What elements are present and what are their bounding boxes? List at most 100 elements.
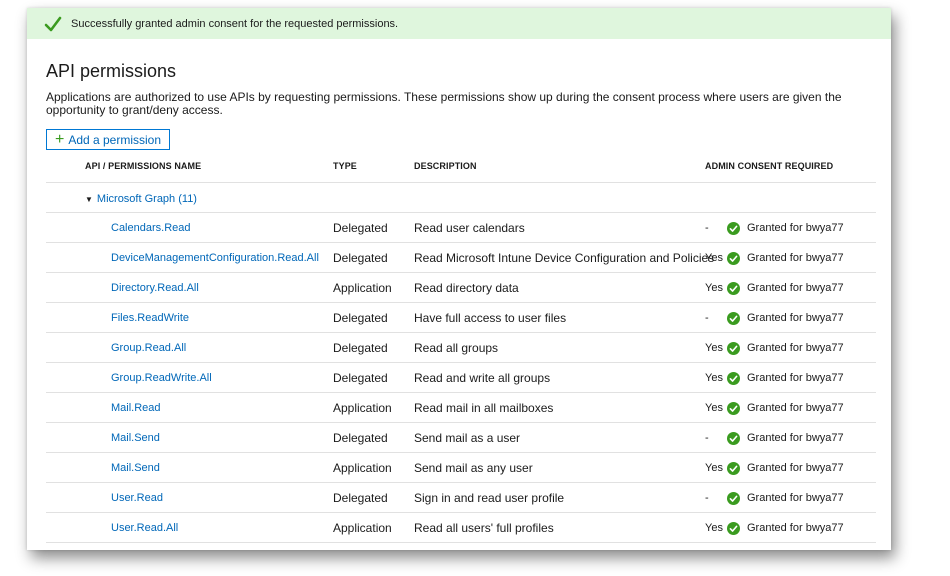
permission-type: Delegated <box>333 311 388 325</box>
permission-type: Application <box>333 401 392 415</box>
admin-consent-required: Yes <box>705 372 723 384</box>
permission-type: Application <box>333 521 392 535</box>
group-microsoft-graph[interactable]: ▼ Microsoft Graph (11) <box>85 193 197 205</box>
table-row[interactable]: Calendars.Read Delegated Read user calenda… <box>27 213 891 243</box>
consent-status: Granted for bwya77 <box>727 363 844 393</box>
consent-status-label: Granted for bwya77 <box>747 312 844 324</box>
row-divider <box>46 542 876 543</box>
consent-status-label: Granted for bwya77 <box>747 282 844 294</box>
permission-type: Delegated <box>333 431 388 445</box>
permission-description: Read all users' full profiles <box>414 521 554 535</box>
table-row[interactable]: User.Read Delegated Sign in and read user … <box>27 483 891 513</box>
table-row[interactable]: Mail.Read Application Read mail in all mai… <box>27 393 891 423</box>
add-permission-label: Add a permission <box>68 132 162 147</box>
permission-name-link[interactable]: Directory.Read.All <box>111 273 199 303</box>
permission-name-link[interactable]: Mail.Read <box>111 393 161 423</box>
permission-description: Read and write all groups <box>414 371 551 385</box>
consent-status-label: Granted for bwya77 <box>747 222 844 234</box>
granted-check-icon <box>727 461 740 475</box>
table-row[interactable]: Group.ReadWrite.All Delegated Read and wri… <box>27 363 891 393</box>
permission-description: Send mail as a user <box>414 431 521 445</box>
permission-type: Delegated <box>333 491 388 505</box>
permission-description: Read user calendars <box>414 221 525 235</box>
granted-check-icon <box>727 491 740 505</box>
consent-status: Granted for bwya77 <box>727 213 844 243</box>
page-title: API permissions <box>46 61 177 81</box>
permission-name-link[interactable]: Mail.Send <box>111 453 160 483</box>
table-row[interactable]: Mail.Send Application Send mail as any use… <box>27 453 891 483</box>
consent-status-label: Granted for bwya77 <box>747 252 844 264</box>
consent-status: Granted for bwya77 <box>727 243 844 273</box>
column-header-description[interactable]: DESCRIPTION <box>414 161 477 171</box>
permission-type: Delegated <box>333 371 388 385</box>
permission-name-link[interactable]: User.Read.All <box>111 513 178 543</box>
table-row[interactable]: Files.ReadWrite Delegated Have full access… <box>27 303 891 333</box>
add-permission-button[interactable]: + Add a permission <box>46 129 170 150</box>
admin-consent-required: Yes <box>705 462 723 474</box>
permission-type: Application <box>333 281 392 295</box>
permission-type: Application <box>333 461 392 475</box>
consent-status-label: Granted for bwya77 <box>747 462 844 474</box>
consent-status-label: Granted for bwya77 <box>747 522 844 534</box>
granted-check-icon <box>727 311 740 325</box>
permission-name-link[interactable]: Files.ReadWrite <box>111 303 189 333</box>
permission-name-link[interactable]: Calendars.Read <box>111 213 191 243</box>
permission-name-link[interactable]: Mail.Send <box>111 423 160 453</box>
consent-status-label: Granted for bwya77 <box>747 372 844 384</box>
permission-name-link[interactable]: Group.ReadWrite.All <box>111 363 212 393</box>
granted-check-icon <box>727 251 740 265</box>
column-header-name[interactable]: API / PERMISSIONS NAME <box>85 161 201 171</box>
api-permissions-panel: Successfully granted admin consent for t… <box>27 8 891 550</box>
permission-description: Sign in and read user profile <box>414 491 565 505</box>
permission-name-link[interactable]: Group.Read.All <box>111 333 186 363</box>
permission-description: Read Microsoft Intune Device Configurati… <box>414 251 715 265</box>
permission-description: Read mail in all mailboxes <box>414 401 554 415</box>
admin-consent-required: - <box>705 492 709 504</box>
admin-consent-required: - <box>705 312 709 324</box>
permission-description: Read directory data <box>414 281 519 295</box>
table-row[interactable]: DeviceManagementConfiguration.Read.All De… <box>27 243 891 273</box>
column-header-type[interactable]: TYPE <box>333 161 357 171</box>
consent-status: Granted for bwya77 <box>727 273 844 303</box>
consent-status: Granted for bwya77 <box>727 513 844 543</box>
permission-description: Send mail as any user <box>414 461 533 475</box>
consent-status: Granted for bwya77 <box>727 423 844 453</box>
granted-check-icon <box>727 401 740 415</box>
page-description: Applications are authorized to use APIs … <box>46 90 842 117</box>
group-label[interactable]: Microsoft Graph (11) <box>97 193 197 205</box>
admin-consent-required: Yes <box>705 342 723 354</box>
admin-consent-required: Yes <box>705 282 723 294</box>
checkmark-icon <box>44 15 62 33</box>
permission-type: Delegated <box>333 221 388 235</box>
permission-name-link[interactable]: DeviceManagementConfiguration.Read.All <box>111 243 319 273</box>
admin-consent-required: Yes <box>705 522 723 534</box>
admin-consent-required: Yes <box>705 402 723 414</box>
granted-check-icon <box>727 341 740 355</box>
table-row[interactable]: User.Read.All Application Read all users' … <box>27 513 891 543</box>
expand-triangle-icon[interactable]: ▼ <box>85 195 93 204</box>
consent-status: Granted for bwya77 <box>727 483 844 513</box>
consent-status-label: Granted for bwya77 <box>747 342 844 354</box>
granted-check-icon <box>727 521 740 535</box>
admin-consent-required: - <box>705 432 709 444</box>
permission-name-link[interactable]: User.Read <box>111 483 163 513</box>
granted-check-icon <box>727 221 740 235</box>
table-row[interactable]: Group.Read.All Delegated Read all groups Ye… <box>27 333 891 363</box>
table-row[interactable]: Mail.Send Delegated Send mail as a user - Gr… <box>27 423 891 453</box>
granted-check-icon <box>727 371 740 385</box>
column-header-admin-consent[interactable]: ADMIN CONSENT REQUIRED <box>705 161 833 171</box>
granted-check-icon <box>727 281 740 295</box>
admin-consent-required: Yes <box>705 252 723 264</box>
consent-status: Granted for bwya77 <box>727 333 844 363</box>
table-row[interactable]: Directory.Read.All Application Read direct… <box>27 273 891 303</box>
admin-consent-required: - <box>705 222 709 234</box>
granted-check-icon <box>727 431 740 445</box>
permission-type: Delegated <box>333 251 388 265</box>
header-divider <box>46 182 876 183</box>
permission-description: Read all groups <box>414 341 499 355</box>
consent-status-label: Granted for bwya77 <box>747 402 844 414</box>
permission-description: Have full access to user files <box>414 311 567 325</box>
consent-status-label: Granted for bwya77 <box>747 432 844 444</box>
plus-icon: + <box>54 130 65 148</box>
success-banner: Successfully granted admin consent for t… <box>27 8 891 39</box>
